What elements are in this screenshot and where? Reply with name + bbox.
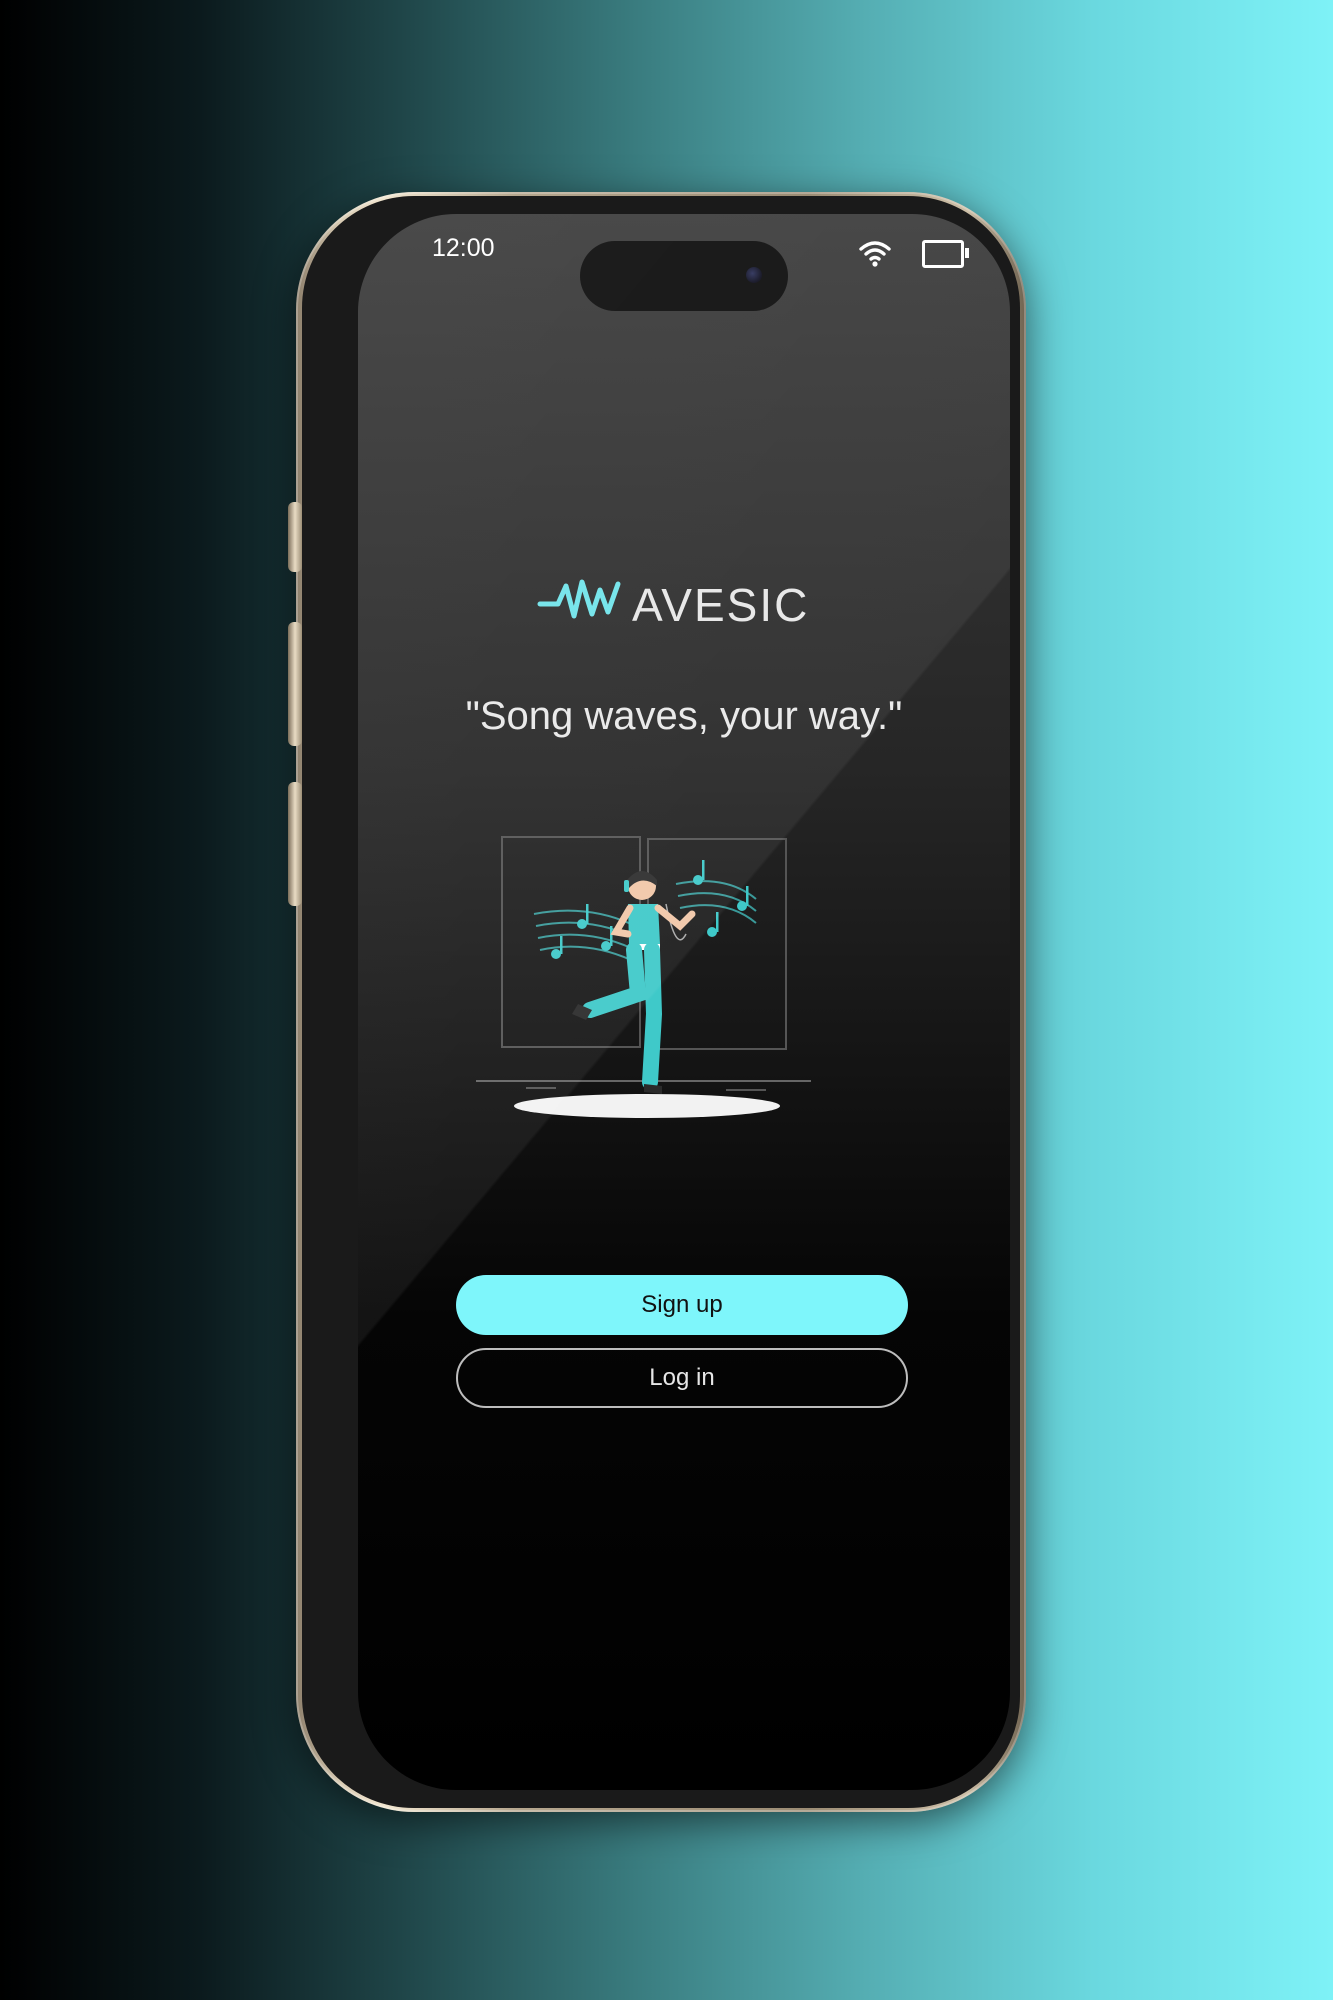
tagline: "Song waves, your way." [465, 694, 903, 738]
action-button [288, 502, 302, 572]
logo-text: AVESIC [632, 579, 810, 631]
log-in-button[interactable]: Log in [456, 1348, 908, 1408]
wifi-icon [859, 241, 891, 267]
camera-icon [746, 267, 762, 283]
dynamic-island [580, 241, 788, 311]
sign-up-button[interactable]: Sign up [456, 1275, 908, 1335]
wave-icon [537, 579, 621, 619]
status-time: 12:00 [432, 234, 495, 262]
battery-icon [922, 240, 969, 268]
phone-screen: 12:00 AVESIC "Song waves, your way." Sig… [358, 214, 1010, 1790]
dancing-girl-illustration [476, 836, 811, 1118]
app-logo: AVESIC [536, 564, 836, 634]
volume-up-button [288, 622, 302, 746]
volume-down-button [288, 782, 302, 906]
